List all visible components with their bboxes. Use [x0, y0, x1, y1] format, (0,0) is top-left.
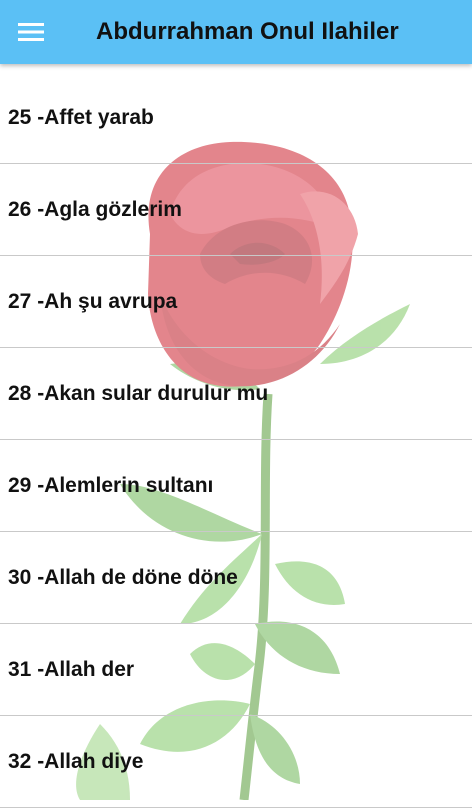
- list-item-label: 26 -Agla gözlerim: [8, 197, 182, 221]
- list-item-label: 25 -Affet yarab: [8, 105, 154, 129]
- list-item[interactable]: 31 -Allah der: [0, 624, 472, 716]
- app-bar: Abdurrahman Onul Ilahiler: [0, 0, 472, 64]
- list-item-label: 31 -Allah der: [8, 657, 135, 681]
- list-item[interactable]: 32 -Allah diye: [0, 716, 472, 808]
- list-item-label: 32 -Allah diye: [8, 749, 144, 773]
- song-list: 25 -Affet yarab 26 -Agla gözlerim 27 -Ah…: [0, 72, 472, 808]
- hamburger-menu-icon: [18, 23, 44, 41]
- list-item[interactable]: 25 -Affet yarab: [0, 72, 472, 164]
- list-item-label: 30 -Allah de döne döne: [8, 565, 238, 589]
- list-item[interactable]: 29 -Alemlerin sultanı: [0, 440, 472, 532]
- list-item[interactable]: 27 -Ah şu avrupa: [0, 256, 472, 348]
- list-item-label: 29 -Alemlerin sultanı: [8, 473, 214, 497]
- list-item-label: 28 -Akan sular durulur mu: [8, 381, 269, 405]
- list-item[interactable]: 30 -Allah de döne döne: [0, 532, 472, 624]
- list-item[interactable]: 28 -Akan sular durulur mu: [0, 348, 472, 440]
- app-title: Abdurrahman Onul Ilahiler: [96, 18, 399, 45]
- list-item[interactable]: 26 -Agla gözlerim: [0, 164, 472, 256]
- menu-button[interactable]: [14, 16, 48, 48]
- list-item-label: 27 -Ah şu avrupa: [8, 289, 178, 313]
